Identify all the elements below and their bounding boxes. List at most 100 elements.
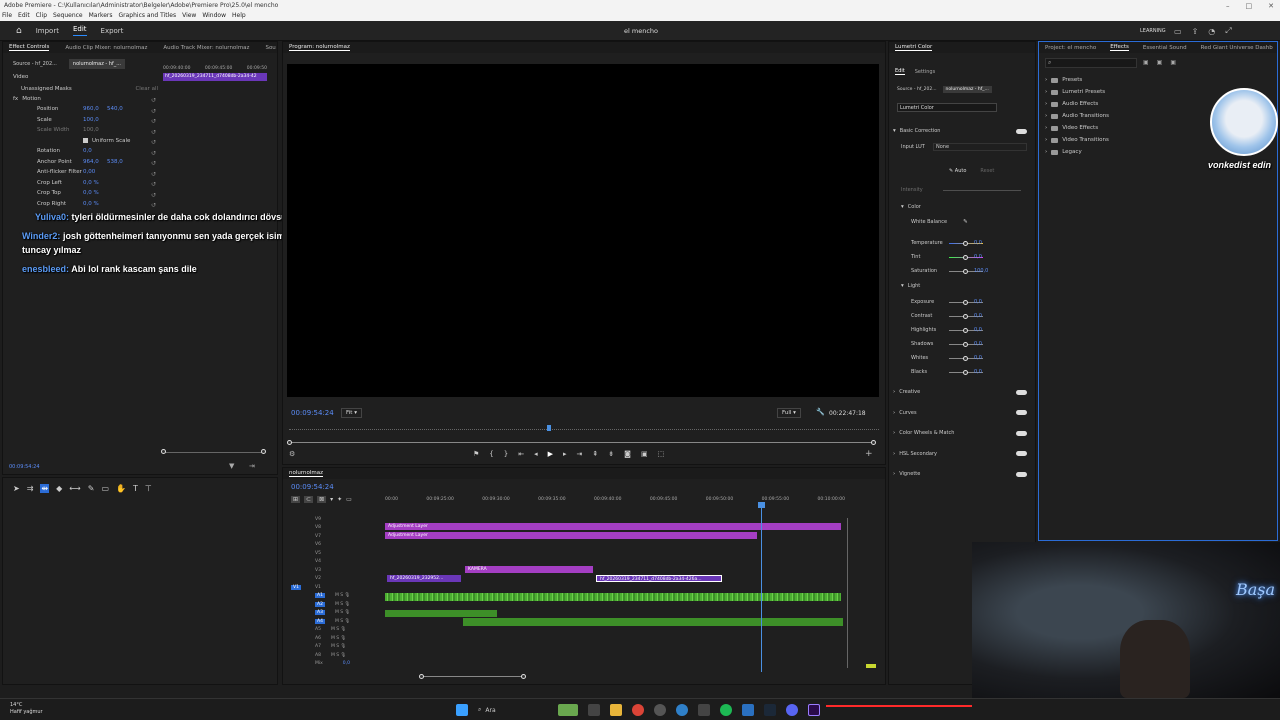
maximize-icon[interactable]: □	[1246, 2, 1253, 10]
video-clip-selected[interactable]: hf_20260319_234711_d7408db-2a34-426a...	[596, 575, 722, 582]
slider-value[interactable]: 0,0	[974, 299, 982, 305]
auto-button[interactable]: ✎ Auto	[949, 168, 966, 174]
in-point-icon[interactable]: {	[489, 450, 493, 458]
snap-icon[interactable]: ⊂	[304, 496, 314, 503]
tab-audio-track-mixer[interactable]: Audio Track Mixer: nolurnolmaz	[163, 45, 249, 51]
premiere-icon[interactable]	[808, 704, 820, 716]
menu-sequence[interactable]: Sequence	[53, 11, 83, 21]
slider-value[interactable]: 100,0	[974, 268, 988, 274]
vr-icon[interactable]: ⬚	[658, 450, 665, 458]
slider-value[interactable]: 0,0	[974, 313, 982, 319]
panel-icon[interactable]: ▭	[1174, 27, 1182, 36]
property-value[interactable]: 0,0 %	[83, 180, 99, 186]
timeline-hscroll-start[interactable]	[419, 674, 424, 679]
notifications-icon[interactable]: ◔	[1208, 27, 1215, 36]
program-zoom-bar[interactable]	[289, 442, 875, 443]
track-header-a1[interactable]: A1 M S 🎙	[289, 592, 379, 601]
camera-icon[interactable]: ◙	[624, 450, 631, 458]
settings-icon[interactable]: ⚙	[289, 450, 295, 458]
program-zoom-end[interactable]	[871, 440, 876, 445]
timeline-playhead[interactable]	[761, 502, 762, 672]
slip-tool-icon[interactable]: ⟷	[69, 484, 80, 493]
close-icon[interactable]: ✕	[1268, 2, 1274, 10]
timeline-timecode[interactable]: 00:09:54:24	[291, 483, 334, 491]
slider-value[interactable]: 0,0	[974, 355, 982, 361]
track-header-a7[interactable]: A7 M S 🎙	[289, 643, 379, 652]
track-header-a2[interactable]: A2 M S 🎙	[289, 600, 379, 609]
tab-edit[interactable]: Edit	[895, 68, 905, 75]
track-header-mix[interactable]: Mix 0,0	[289, 660, 379, 669]
slider-knob[interactable]	[963, 254, 968, 260]
app-icon[interactable]	[588, 704, 600, 716]
timeline-hscroll[interactable]	[423, 676, 525, 677]
caption-tool-icon[interactable]: ⊤	[145, 484, 152, 493]
tab-lumetri[interactable]: Lumetri Color	[895, 44, 933, 51]
track-header-v1[interactable]: V1 V1	[289, 583, 379, 592]
section-curves[interactable]: › Curves	[893, 403, 1027, 424]
track-header-a6[interactable]: A6 M S 🎙	[289, 634, 379, 643]
reset-icons[interactable]: ↺ ↺ ↺ ↺ ↺ ↺ ↺ ↺ ↺ ↺ ↺	[151, 96, 159, 212]
windows-start-icon[interactable]	[456, 704, 468, 716]
menu-file[interactable]: File	[2, 11, 12, 21]
tab-sequence[interactable]: nolurnolmaz	[289, 470, 324, 477]
tab-red-giant[interactable]: Red Giant Universe Dashb	[1201, 45, 1273, 51]
track-header-v4[interactable]: V4	[289, 558, 379, 567]
tree-item-audio-transitions[interactable]: › Audio Transitions	[1045, 110, 1109, 122]
lumetri-source[interactable]: Source - hf_202...	[897, 87, 937, 92]
slider-value[interactable]: 0,0	[974, 341, 982, 347]
property-value[interactable]: 0,0 %	[83, 201, 99, 207]
razor-tool-icon[interactable]: ◆	[56, 484, 62, 493]
tab-essential-sound[interactable]: Essential Sound	[1143, 45, 1187, 51]
window-controls[interactable]: – □ ✕	[1226, 0, 1274, 11]
spotify-icon[interactable]	[720, 704, 732, 716]
rectangle-tool-icon[interactable]: ▭	[101, 484, 109, 493]
taskbar-search[interactable]: ⌕ Ara	[478, 704, 548, 716]
clear-all-button[interactable]: Clear all	[135, 86, 158, 92]
menu-markers[interactable]: Markers	[89, 11, 113, 21]
track-header-a8[interactable]: A8 M S 🎙	[289, 651, 379, 660]
program-ruler[interactable]	[289, 426, 879, 430]
hand-tool-icon[interactable]: ✋	[116, 484, 126, 493]
fit-dropdown[interactable]: Fit ▾	[341, 408, 362, 418]
program-timecode[interactable]: 00:09:54:24	[291, 409, 334, 417]
play-icon[interactable]: ▶	[548, 450, 553, 458]
timeline-ruler[interactable]: 00:00 00:09:25:00 00:09:30:00 00:09:35:0…	[385, 497, 845, 502]
tab-program[interactable]: Program: nolurnolmaz	[289, 44, 350, 51]
slider-value[interactable]: 0,0	[974, 327, 982, 333]
tab-project[interactable]: Project: el mencho	[1045, 45, 1096, 51]
wrench-icon[interactable]: 🔧	[816, 408, 825, 416]
linked-icon[interactable]: ⊠	[317, 496, 327, 503]
tab-source[interactable]: Sou	[265, 45, 275, 51]
section-toggle[interactable]	[1016, 471, 1027, 477]
app-icon[interactable]	[654, 704, 666, 716]
property-value[interactable]: 538,0	[107, 159, 123, 165]
learning-button[interactable]: LEARNING	[1140, 28, 1166, 34]
nav-export[interactable]: Export	[101, 27, 124, 35]
goto-in-icon[interactable]: ⇤	[518, 450, 524, 458]
tab-effect-controls[interactable]: Effect Controls	[9, 44, 50, 51]
slider-knob[interactable]	[963, 313, 968, 319]
text-tool-icon[interactable]: T	[133, 484, 138, 493]
extract-icon[interactable]: ⇟	[608, 450, 614, 458]
effects-search-input[interactable]: ⌕	[1045, 58, 1137, 68]
video-clip[interactable]: hf_20260319_232952...	[387, 575, 461, 582]
ec-current-time[interactable]: 00:09:54:24	[9, 464, 40, 470]
share-icon[interactable]: ⇪	[1192, 27, 1199, 36]
ripple-edit-icon[interactable]: ⇹	[40, 484, 50, 493]
discord-icon[interactable]	[786, 704, 798, 716]
weather-widget[interactable]: 14°C Hafif yağmur	[10, 702, 43, 716]
yuv-filter-icon[interactable]: ▣	[1170, 59, 1176, 66]
timeline-playhead-handle[interactable]	[758, 502, 765, 508]
tree-item-video-transitions[interactable]: › Video Transitions	[1045, 134, 1109, 146]
section-hsl[interactable]: › HSL Secondary	[893, 444, 1027, 465]
wrench-timeline-icon[interactable]: ✦	[337, 496, 342, 503]
add-marker-icon[interactable]: ▾	[330, 496, 333, 503]
accelerated-filter-icon[interactable]: ▣	[1143, 59, 1149, 66]
program-zoom-start[interactable]	[287, 440, 292, 445]
slider-knob[interactable]	[963, 240, 968, 246]
out-point-icon[interactable]: }	[504, 450, 508, 458]
filter-icon[interactable]: ▼	[229, 462, 234, 470]
tree-item-legacy[interactable]: › Legacy	[1045, 146, 1109, 158]
nav-edit[interactable]: Edit	[72, 25, 87, 36]
track-header-a3[interactable]: A3 M S 🎙	[289, 609, 379, 618]
